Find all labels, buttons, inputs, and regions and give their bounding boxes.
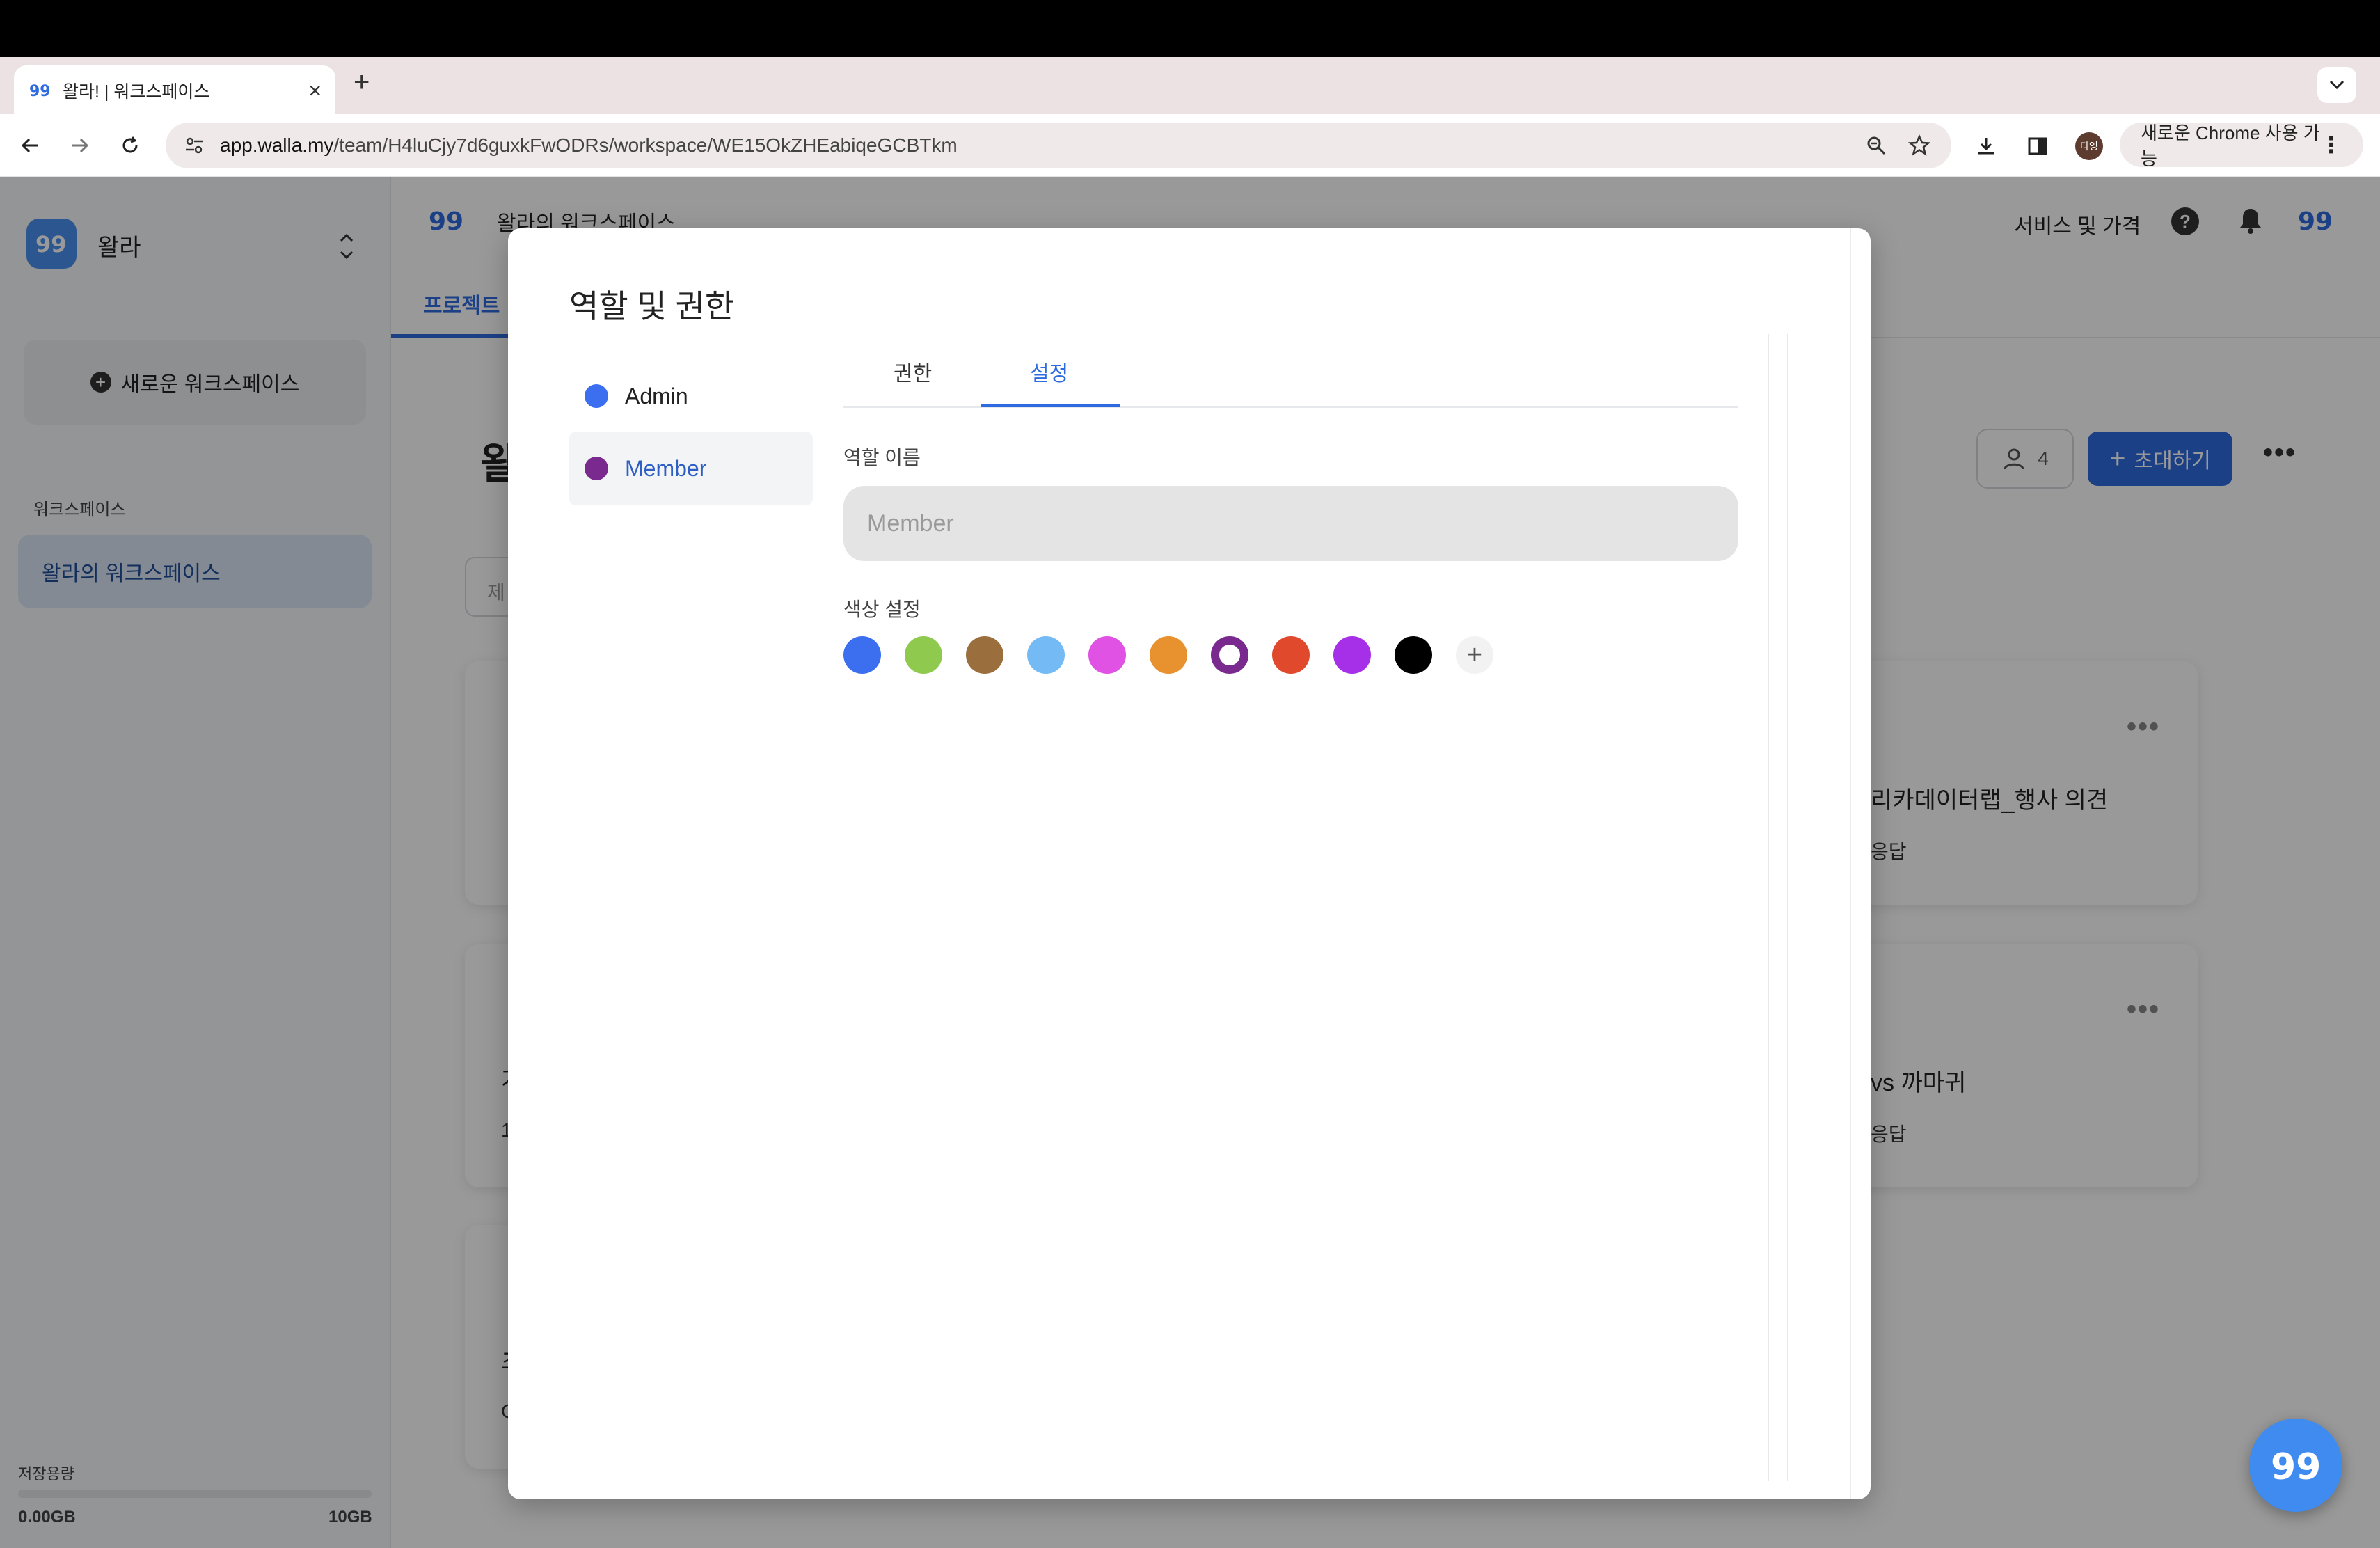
new-tab-icon[interactable]: + (354, 68, 370, 96)
color-swatch[interactable] (1088, 636, 1126, 674)
role-color-dot (585, 457, 608, 480)
role-name-input[interactable] (843, 486, 1738, 561)
url-text: app.walla.my/team/H4luCjy7d6guxkFwODRs/w… (220, 134, 958, 156)
walla-chat-icon: 99 (2271, 1446, 2321, 1485)
color-swatch[interactable] (843, 636, 881, 674)
modal-divider (1850, 228, 1851, 1499)
color-swatch[interactable] (1395, 636, 1432, 674)
reload-icon[interactable] (114, 129, 146, 161)
window-top-bar (0, 0, 2380, 57)
color-swatch[interactable] (905, 636, 942, 674)
color-swatch[interactable] (1272, 636, 1310, 674)
browser-tab[interactable]: 99 왈라! | 워크스페이스 × (14, 65, 335, 116)
modal-title: 역할 및 권한 (569, 288, 735, 324)
color-swatch[interactable] (1150, 636, 1187, 674)
chat-fab-button[interactable]: 99 (2249, 1419, 2342, 1512)
role-color-dot (585, 384, 608, 408)
side-panel-icon[interactable] (2022, 131, 2053, 161)
color-swatch-row: + (843, 636, 1493, 674)
role-tabs (843, 334, 1738, 408)
zoom-icon[interactable] (1862, 132, 1890, 159)
tab-settings-underline (981, 404, 1120, 407)
forward-arrow-icon[interactable] (64, 129, 96, 161)
scrollbar-track[interactable] (1768, 334, 1788, 1481)
tab-search-chevron-icon[interactable] (2317, 67, 2356, 103)
color-swatch-selected[interactable] (1211, 636, 1248, 674)
tab-title: 왈라! | 워크스페이스 (63, 82, 210, 102)
back-arrow-icon[interactable] (14, 129, 46, 161)
color-swatch[interactable] (1333, 636, 1371, 674)
color-setting-label: 색상 설정 (843, 599, 921, 620)
tab-permissions[interactable]: 권한 (894, 356, 932, 387)
bookmark-star-icon[interactable] (1905, 132, 1933, 159)
profile-avatar[interactable]: 다영 (2075, 132, 2103, 160)
add-color-icon[interactable]: + (1456, 636, 1493, 674)
address-bar[interactable]: app.walla.my/team/H4luCjy7d6guxkFwODRs/w… (166, 123, 1951, 168)
walla-favicon-icon: 99 (29, 83, 50, 100)
download-icon[interactable] (1971, 131, 2001, 161)
site-settings-icon[interactable] (184, 135, 205, 156)
tab-settings[interactable]: 설정 (1030, 356, 1068, 387)
color-swatch[interactable] (1027, 636, 1065, 674)
chrome-update-button[interactable]: 새로운 Chrome 사용 가능 ⋮ (2120, 123, 2363, 169)
role-item-admin[interactable]: Admin (569, 359, 813, 433)
tab-close-icon[interactable]: × (308, 79, 322, 102)
svg-text:99: 99 (29, 83, 50, 100)
role-item-member[interactable]: Member (569, 432, 813, 505)
svg-text:99: 99 (2271, 1446, 2321, 1485)
kebab-menu-icon: ⋮ (2320, 132, 2342, 157)
color-swatch[interactable] (966, 636, 1003, 674)
role-name-label: 역할 이름 (843, 447, 921, 468)
